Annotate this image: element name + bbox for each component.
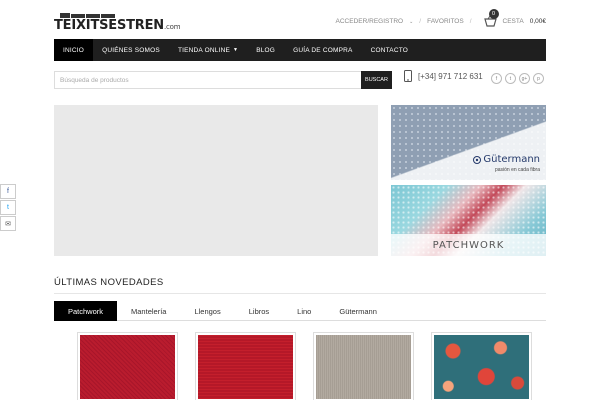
twitter-icon[interactable]: t bbox=[0, 200, 16, 215]
tab-manteleria[interactable]: Mantelería bbox=[117, 301, 180, 321]
main-nav: INICIO QUIÉNES SOMOS TIENDA ONLINE ▼ BLOG… bbox=[54, 39, 546, 61]
social-share-sidebar: f t ✉ bbox=[0, 184, 16, 231]
tab-llengos[interactable]: Llengos bbox=[180, 301, 234, 321]
product-image-red-fabric bbox=[80, 335, 175, 399]
nav-item-tienda-online[interactable]: TIENDA ONLINE ▼ bbox=[169, 39, 247, 61]
logo-text: TEIXITSESTREN.com bbox=[54, 18, 181, 33]
tab-patchwork[interactable]: Patchwork bbox=[54, 301, 118, 321]
chevron-down-icon: ▼ bbox=[233, 47, 239, 53]
divider: / bbox=[419, 18, 422, 25]
tab-lino[interactable]: Lino bbox=[283, 301, 325, 321]
gutermann-banner[interactable]: Gütermann pasión en cada fibra bbox=[391, 105, 546, 180]
twitter-icon[interactable]: t bbox=[505, 73, 516, 84]
email-icon[interactable]: ✉ bbox=[0, 216, 16, 231]
social-links-top: f t g+ p bbox=[491, 73, 544, 84]
nav-item-quienes-somos[interactable]: QUIÉNES SOMOS bbox=[93, 39, 169, 61]
tab-gutermann[interactable]: Gütermann bbox=[325, 301, 391, 321]
search-input[interactable] bbox=[55, 72, 361, 88]
section-divider bbox=[54, 293, 546, 294]
nav-item-contacto[interactable]: CONTACTO bbox=[362, 39, 417, 61]
search-button[interactable]: BUSCAR bbox=[361, 71, 392, 89]
gutermann-logo: Gütermann bbox=[473, 154, 540, 165]
phone-contact: [+34] 971 712 631 bbox=[404, 70, 483, 82]
logo-tld: .com bbox=[163, 23, 181, 31]
product-image-red-fabric bbox=[198, 335, 293, 399]
favorites-link[interactable]: FAVORITOS bbox=[427, 18, 464, 25]
product-grid bbox=[77, 332, 532, 400]
nav-item-guia-de-compra[interactable]: GUÍA DE COMPRA bbox=[284, 39, 362, 61]
product-card[interactable] bbox=[313, 332, 414, 400]
pinterest-icon[interactable]: p bbox=[533, 73, 544, 84]
cart-button[interactable]: 0 CESTA 0,00€ bbox=[483, 9, 546, 27]
header-account-area: ACCEDER/REGISTRO ⌄ / FAVORITOS / 0 CESTA… bbox=[336, 9, 546, 27]
basket-icon: 0 bbox=[483, 9, 499, 27]
google-plus-icon[interactable]: g+ bbox=[519, 73, 530, 84]
section-title: ÚLTIMAS NOVEDADES bbox=[54, 277, 164, 288]
phone-number: [+34] 971 712 631 bbox=[418, 71, 483, 81]
product-card[interactable] bbox=[195, 332, 296, 400]
gutermann-tagline: pasión en cada fibra bbox=[494, 167, 540, 173]
product-image-grey-linen bbox=[316, 335, 411, 399]
patchwork-banner[interactable]: PATCHWORK bbox=[391, 185, 546, 256]
tab-libros[interactable]: Libros bbox=[235, 301, 283, 321]
cart-label: CESTA bbox=[502, 18, 524, 25]
cart-total: 0,00€ bbox=[529, 18, 546, 25]
facebook-icon[interactable]: f bbox=[0, 184, 16, 199]
nav-item-blog[interactable]: BLOG bbox=[247, 39, 284, 61]
account-link[interactable]: ACCEDER/REGISTRO bbox=[336, 18, 404, 25]
chevron-down-icon: ⌄ bbox=[409, 18, 414, 25]
cart-count-badge: 0 bbox=[488, 9, 499, 19]
patchwork-label: PATCHWORK bbox=[432, 239, 505, 251]
facebook-icon[interactable]: f bbox=[491, 73, 502, 84]
category-tabs: Patchwork Mantelería Llengos Libros Lino… bbox=[54, 301, 546, 321]
hero-slider[interactable] bbox=[54, 105, 378, 256]
product-card[interactable] bbox=[77, 332, 178, 400]
divider: / bbox=[469, 18, 472, 25]
nav-item-inicio[interactable]: INICIO bbox=[54, 39, 94, 61]
product-card[interactable] bbox=[431, 332, 532, 400]
product-image-floral-print bbox=[434, 335, 529, 399]
patchwork-label-strip: PATCHWORK bbox=[391, 234, 546, 256]
search-bar: BUSCAR bbox=[54, 71, 392, 89]
phone-icon bbox=[404, 70, 412, 82]
spool-icon bbox=[473, 155, 482, 164]
